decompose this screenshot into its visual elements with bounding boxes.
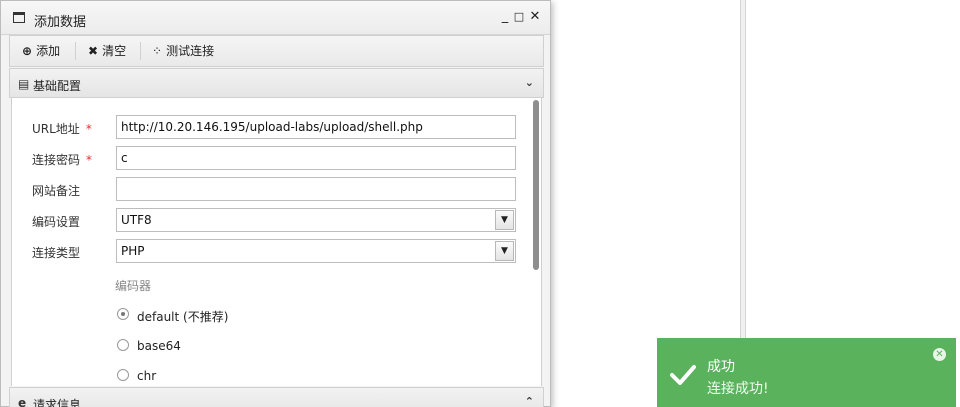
chevron-down-icon[interactable]: ▼ — [495, 241, 514, 261]
basic-config-label: 基础配置 — [33, 79, 82, 93]
basic-config-header[interactable]: ▤ 基础配置 ⌄ — [9, 68, 544, 98]
toast-message: 连接成功! — [707, 381, 769, 397]
note-input[interactable] — [116, 177, 516, 201]
add-button-label: 添加 — [36, 44, 61, 58]
password-input[interactable]: c — [116, 146, 516, 170]
document-icon: ▤ — [18, 77, 30, 91]
encoding-value: UTF8 — [121, 213, 152, 227]
toast-close-icon[interactable]: ✕ — [933, 348, 946, 361]
x-icon: ✖ — [88, 44, 99, 58]
clear-button-label: 清空 — [102, 44, 127, 58]
window-icon — [13, 12, 25, 23]
encoder-label: 编码器 — [115, 279, 152, 293]
encoder-radio-chr[interactable] — [117, 369, 129, 381]
maximize-button[interactable]: □ — [512, 10, 526, 24]
test-connection-button[interactable]: ⁘ 测试连接 — [152, 36, 214, 66]
chevron-up-icon[interactable]: ⌃ — [525, 395, 534, 407]
encoding-select[interactable]: UTF8 ▼ — [116, 208, 516, 232]
clear-button[interactable]: ✖ 清空 — [88, 36, 126, 66]
spinner-icon: ⁘ — [152, 44, 163, 58]
required-mark: * — [85, 122, 92, 136]
request-info-label: 请求信息 — [33, 398, 82, 407]
test-connection-label: 测试连接 — [166, 44, 215, 58]
toast-title: 成功 — [707, 359, 735, 375]
request-info-header[interactable]: e 请求信息 ⌃ — [9, 387, 544, 407]
screen: 添加数据 _ □ ✕ ⊕ 添加 ✖ 清空 ⁘ 测试连接 ▤ 基础配置 ⌄ URL地址 * — [0, 0, 960, 407]
basic-config-panel: URL地址 * http://10.20.146.195/upload-labs/… — [11, 98, 542, 386]
encoder-radio-base64[interactable] — [117, 339, 129, 351]
chevron-down-icon[interactable]: ▼ — [495, 210, 514, 230]
window-title: 添加数据 — [34, 15, 87, 30]
connection-type-select[interactable]: PHP ▼ — [116, 239, 516, 263]
add-button[interactable]: ⊕ 添加 — [22, 36, 60, 66]
encoder-option-default[interactable]: default (不推荐) — [137, 308, 228, 325]
window-titlebar[interactable]: 添加数据 _ □ ✕ — [1, 1, 550, 35]
url-input[interactable]: http://10.20.146.195/upload-labs/upload/… — [116, 115, 516, 139]
connection-type-value: PHP — [121, 244, 145, 258]
toolbar: ⊕ 添加 ✖ 清空 ⁘ 测试连接 — [9, 35, 544, 67]
encoder-option-base64[interactable]: base64 — [137, 339, 181, 353]
connection-type-label: 连接类型 — [32, 246, 81, 260]
toolbar-divider — [140, 42, 141, 60]
check-icon — [670, 365, 696, 385]
minimize-button[interactable]: _ — [498, 10, 512, 24]
close-button[interactable]: ✕ — [528, 10, 542, 24]
scrollbar[interactable] — [533, 100, 539, 270]
plus-circle-icon: ⊕ — [22, 44, 33, 58]
chevron-down-icon[interactable]: ⌄ — [525, 76, 534, 89]
note-label: 网站备注 — [32, 184, 81, 198]
add-data-window: 添加数据 _ □ ✕ ⊕ 添加 ✖ 清空 ⁘ 测试连接 ▤ 基础配置 ⌄ URL地址 * — [0, 0, 551, 407]
password-label: 连接密码 * — [32, 153, 93, 167]
url-label: URL地址 * — [32, 122, 92, 136]
toolbar-divider — [75, 42, 76, 60]
encoder-radio-default[interactable] — [117, 308, 129, 320]
encoder-option-chr[interactable]: chr — [137, 369, 156, 383]
success-toast: 成功 连接成功! ✕ — [657, 338, 956, 407]
edge-icon: e — [18, 396, 27, 407]
encoding-label: 编码设置 — [32, 215, 81, 229]
required-mark: * — [86, 153, 93, 167]
